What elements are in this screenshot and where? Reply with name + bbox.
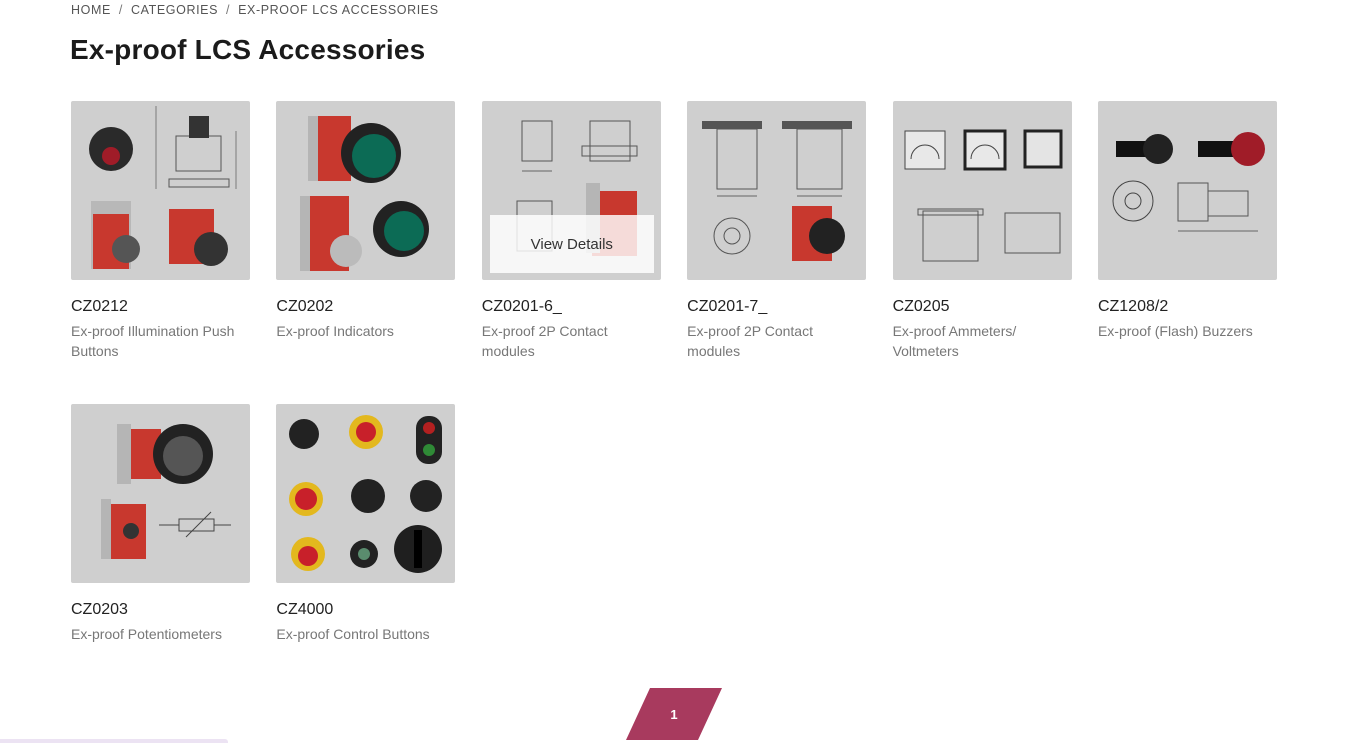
product-description: Ex-proof 2P Contact modules	[481, 323, 608, 359]
product-image[interactable]	[71, 404, 250, 583]
buzzer-image	[1112, 132, 1265, 232]
product-description: Ex-proof Control Buttons	[276, 626, 430, 642]
product-image[interactable]	[71, 101, 250, 280]
product-card[interactable]: CZ4000 Ex-proof Control Buttons	[276, 404, 456, 707]
product-grid: CZ0212 Ex-proof Illumination Push Button…	[71, 101, 1286, 707]
product-card[interactable]: CZ0202 Ex-proof Indicators	[276, 101, 456, 404]
product-code[interactable]: CZ4000	[276, 601, 455, 619]
product-card[interactable]: CZ0205 Ex-proof Ammeters/ Voltmeters	[892, 101, 1072, 404]
product-image[interactable]	[276, 404, 456, 583]
product-description: Ex-proof 2P Contact modules	[687, 323, 813, 359]
product-description: Ex-proof Illumination Push Buttons	[71, 323, 235, 359]
page-title: Ex-proof LCS Accessories	[70, 34, 426, 65]
product-image[interactable]	[276, 101, 456, 280]
breadcrumb-current: EX-PROOF LCS ACCESSORIES	[238, 3, 439, 17]
product-card[interactable]: CZ0201-7_ Ex-proof 2P Contact modules	[687, 101, 867, 404]
product-description: Ex-proof Indicators	[276, 323, 394, 339]
product-code[interactable]: CZ0203	[71, 601, 250, 619]
pagination-page-1[interactable]: 1	[626, 688, 722, 740]
breadcrumb-categories[interactable]: CATEGORIES	[131, 3, 218, 17]
product-code[interactable]: CZ0202	[276, 298, 455, 316]
page-number: 1	[670, 706, 678, 722]
product-code[interactable]: CZ0201-6_	[482, 298, 661, 316]
product-card[interactable]: View Details CZ0201-6_ Ex-proof 2P Conta…	[481, 101, 661, 404]
control-button-image	[289, 415, 443, 573]
view-details-overlay[interactable]: View Details	[489, 215, 654, 273]
product-card[interactable]: CZ0212 Ex-proof Illumination Push Button…	[71, 101, 250, 404]
product-code[interactable]: CZ1208/2	[1098, 298, 1277, 316]
product-card[interactable]: CZ0203 Ex-proof Potentiometers	[71, 404, 250, 707]
indicator-image	[300, 116, 430, 271]
breadcrumb-home[interactable]: HOME	[71, 3, 111, 17]
breadcrumb-separator: /	[118, 3, 123, 17]
push-button-image	[89, 106, 237, 269]
breadcrumb-separator: /	[226, 3, 231, 17]
product-card[interactable]: CZ1208/2 Ex-proof (Flash) Buzzers	[1097, 101, 1277, 404]
product-image[interactable]	[687, 101, 867, 280]
product-code[interactable]: CZ0201-7_	[687, 298, 866, 316]
product-description: Ex-proof (Flash) Buzzers	[1097, 323, 1253, 339]
breadcrumb: HOME / CATEGORIES / EX-PROOF LCS ACCESSORIES	[71, 3, 439, 17]
product-image[interactable]	[1097, 101, 1277, 280]
potentiometer-image	[101, 424, 231, 559]
product-description: Ex-proof Ammeters/ Voltmeters	[892, 323, 1017, 359]
meter-image	[904, 129, 1063, 262]
bottom-bar	[0, 739, 228, 743]
contact-module-image	[702, 121, 853, 261]
product-image[interactable]: View Details	[481, 101, 661, 280]
product-image[interactable]	[892, 101, 1072, 280]
product-description: Ex-proof Potentiometers	[71, 626, 222, 642]
product-code[interactable]: CZ0212	[71, 298, 250, 316]
product-code[interactable]: CZ0205	[893, 298, 1072, 316]
